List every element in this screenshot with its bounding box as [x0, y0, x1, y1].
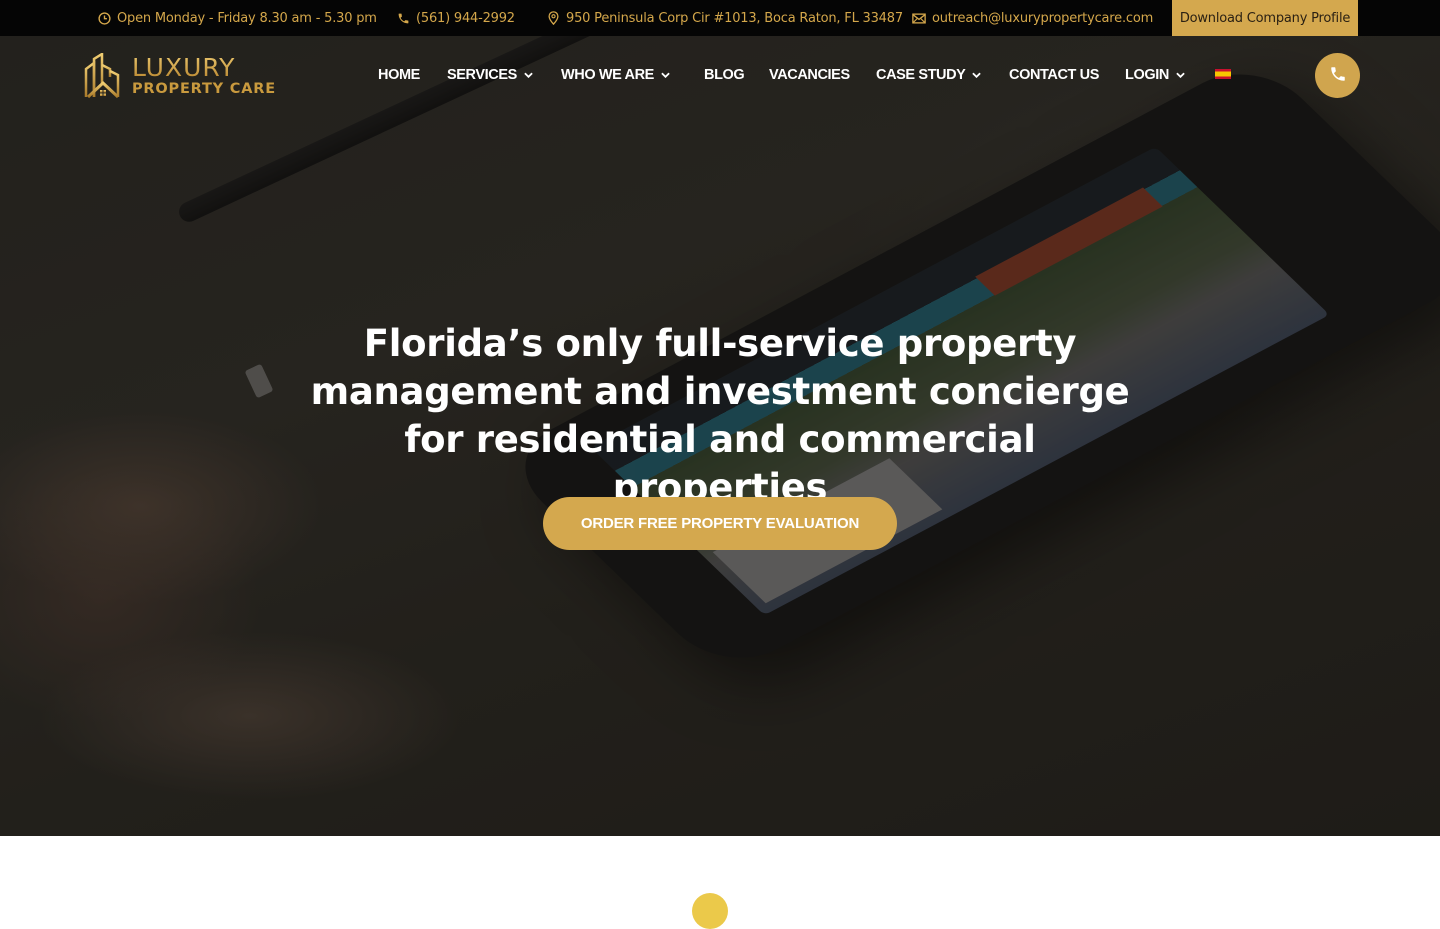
call-button[interactable]	[1315, 53, 1360, 98]
nav-item-label: CASE STUDY	[876, 67, 966, 83]
address-text: 950 Peninsula Corp Cir #1013, Boca Raton…	[566, 10, 903, 26]
nav-item-label: HOME	[378, 67, 420, 83]
nav-item-vacancies[interactable]: VACANCIES	[769, 60, 850, 90]
address: 950 Peninsula Corp Cir #1013, Boca Raton…	[546, 0, 903, 36]
nav-item-contact-us[interactable]: CONTACT US	[1009, 60, 1099, 90]
nav-item-login[interactable]: LOGIN	[1125, 60, 1186, 90]
nav-item-who-we-are[interactable]: WHO WE ARE	[561, 60, 671, 90]
business-hours-text: Open Monday - Friday 8.30 am - 5.30 pm	[117, 10, 377, 26]
nav-item-label: BLOG	[704, 67, 745, 83]
phone-text[interactable]: (561) 944-2992	[416, 11, 515, 26]
nav-item-services[interactable]: SERVICES	[447, 60, 534, 90]
nav-item-label: VACANCIES	[769, 67, 850, 83]
nav-item-label: WHO WE ARE	[561, 67, 654, 83]
map-pin-icon	[546, 11, 560, 25]
nav-item-blog[interactable]: BLOG	[704, 60, 745, 90]
email-text[interactable]: outreach@luxurypropertycare.com	[932, 11, 1153, 26]
download-company-profile-button[interactable]: Download Company Profile	[1172, 0, 1358, 36]
hero-headline: Florida’s only full-service property man…	[310, 322, 1130, 509]
nav-item-label: CONTACT US	[1009, 67, 1099, 83]
chevron-down-icon	[1176, 70, 1186, 80]
order-free-property-evaluation-button[interactable]: ORDER FREE PROPERTY EVALUATION	[543, 497, 897, 550]
nav-item-home[interactable]: HOME	[378, 60, 420, 90]
phone-icon	[1329, 65, 1347, 87]
phone-icon	[396, 11, 410, 25]
envelope-icon	[912, 11, 926, 25]
chevron-down-icon	[524, 70, 534, 80]
business-hours: Open Monday - Friday 8.30 am - 5.30 pm	[97, 0, 377, 36]
spain-flag-icon[interactable]	[1215, 69, 1231, 79]
nav-item-label: LOGIN	[1125, 67, 1169, 83]
nav-item-label: SERVICES	[447, 67, 517, 83]
phone-link[interactable]: (561) 944-2992	[396, 0, 515, 36]
nav-item-case-study[interactable]: CASE STUDY	[876, 60, 982, 90]
next-section	[0, 836, 1440, 900]
clock-icon	[97, 11, 111, 25]
chevron-down-icon	[661, 70, 671, 80]
top-info-bar: Open Monday - Friday 8.30 am - 5.30 pm (…	[0, 0, 1440, 36]
email-link[interactable]: outreach@luxurypropertycare.com	[912, 0, 1153, 36]
chevron-down-icon	[972, 70, 982, 80]
section-badge-icon	[692, 893, 728, 929]
